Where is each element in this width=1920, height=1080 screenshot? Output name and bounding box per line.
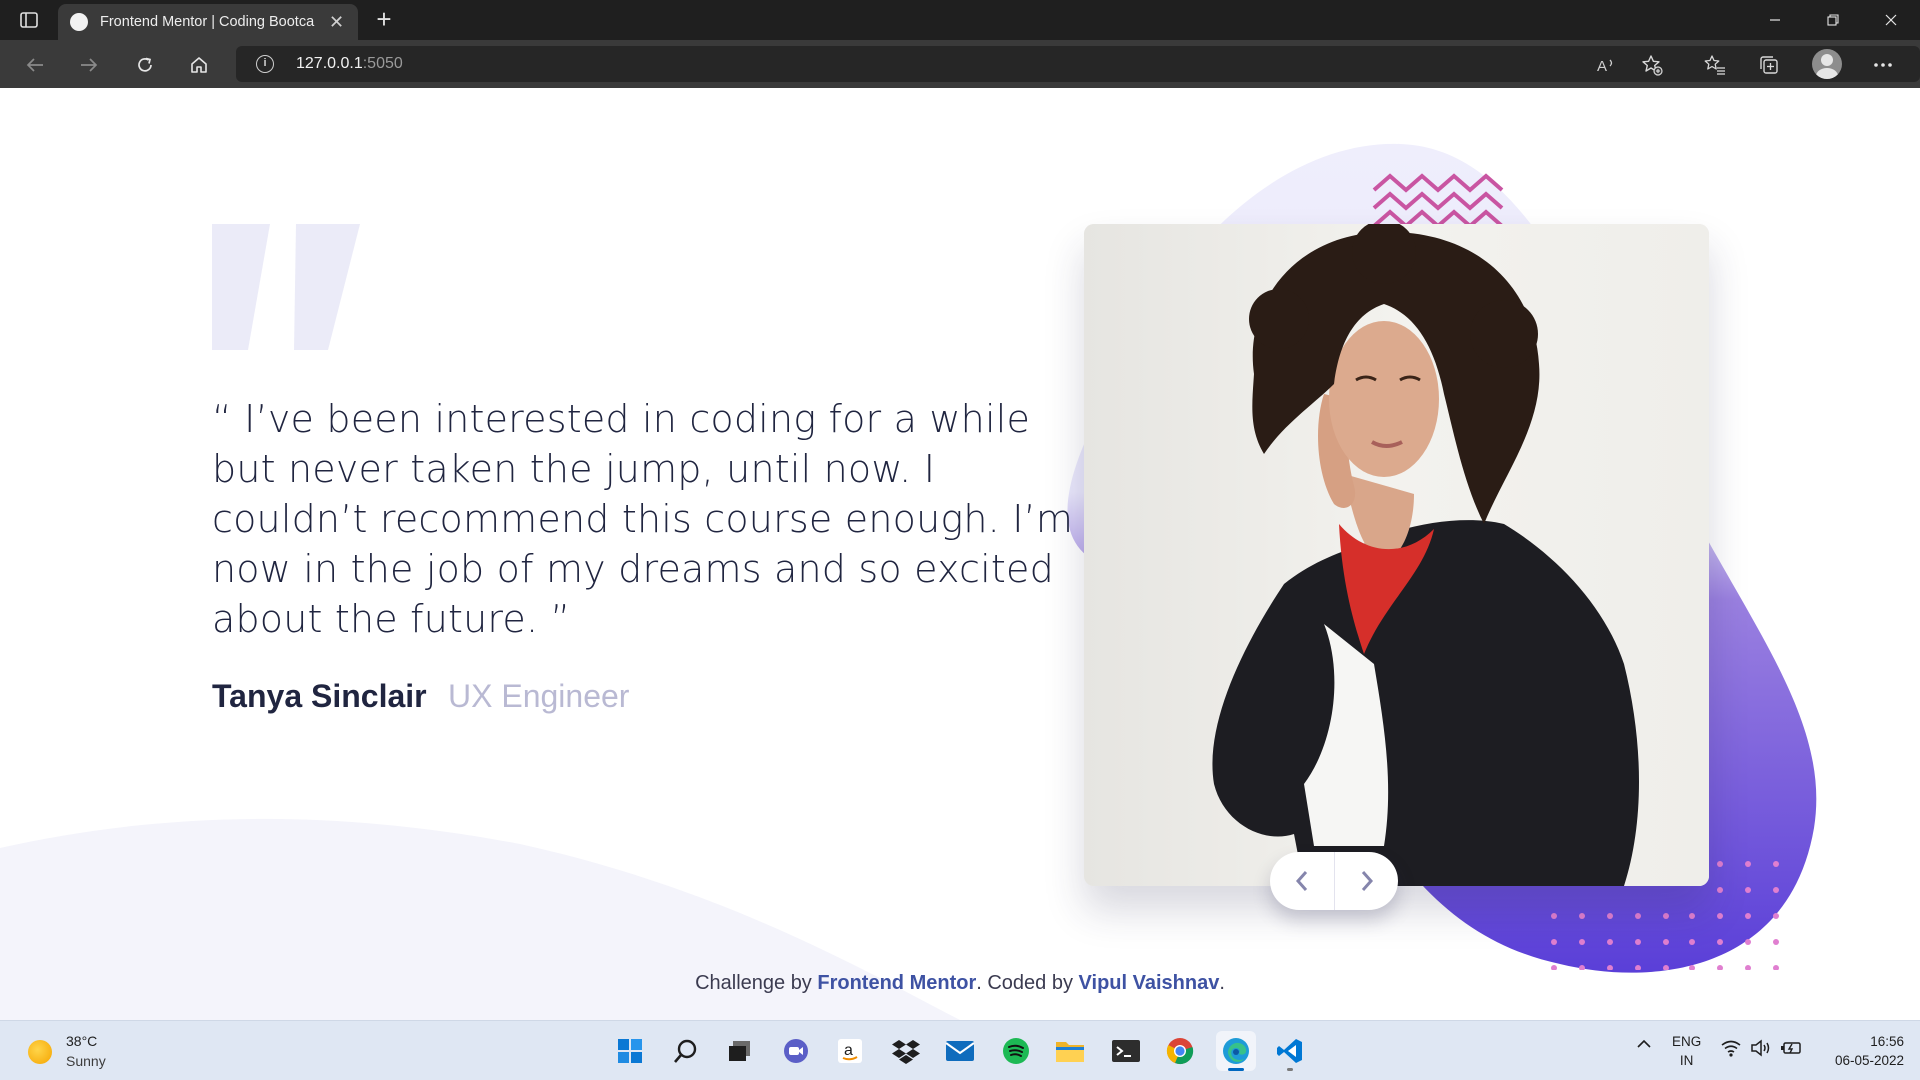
chrome-icon[interactable] xyxy=(1160,1031,1200,1071)
restore-icon[interactable] xyxy=(1804,0,1862,40)
task-view-icon[interactable] xyxy=(720,1031,760,1071)
back-icon[interactable] xyxy=(18,48,52,82)
profile-avatar[interactable] xyxy=(1812,49,1842,79)
testimonial-page: “ I’ve been interested in coding for a w… xyxy=(0,88,1920,1020)
next-button[interactable] xyxy=(1334,852,1398,910)
attribution-suffix: . xyxy=(1219,972,1225,994)
search-icon[interactable] xyxy=(666,1031,706,1071)
edge-icon[interactable] xyxy=(1216,1031,1256,1071)
region-code: IN xyxy=(1679,1053,1694,1068)
weather-condition[interactable]: Sunny xyxy=(66,1053,106,1069)
amazon-icon[interactable]: a xyxy=(830,1031,870,1071)
favorites-icon[interactable] xyxy=(1698,48,1732,82)
start-icon[interactable] xyxy=(610,1031,650,1071)
mail-icon[interactable] xyxy=(940,1031,980,1071)
add-favorite-icon[interactable] xyxy=(1635,48,1669,82)
address-host: 127.0.0.1 xyxy=(296,55,363,72)
system-clock[interactable]: 16:56 06-05-2022 xyxy=(1835,1032,1904,1070)
battery-icon[interactable] xyxy=(1780,1039,1802,1057)
chevron-right-icon xyxy=(1361,871,1373,891)
quote-mark-icon xyxy=(212,224,360,350)
vscode-icon[interactable] xyxy=(1270,1031,1310,1071)
weather-temperature[interactable]: 38°C xyxy=(66,1033,97,1049)
language-code: ENG xyxy=(1672,1034,1702,1049)
volume-icon[interactable] xyxy=(1750,1039,1772,1057)
attribution-prefix: Challenge by xyxy=(695,972,818,994)
zigzag-pattern xyxy=(1372,173,1504,228)
tab-close-icon[interactable]: ✕ xyxy=(329,12,344,33)
teams-chat-icon[interactable] xyxy=(776,1031,816,1071)
testimonial-photo xyxy=(1084,224,1709,886)
chevron-left-icon xyxy=(1295,871,1308,891)
edge-running-indicator xyxy=(1228,1068,1244,1071)
previous-button[interactable] xyxy=(1270,852,1334,910)
collections-icon[interactable] xyxy=(1752,48,1786,82)
address-port: :5050 xyxy=(362,55,403,72)
browser-toolbar: i 127.0.0.1:5050 A xyxy=(0,40,1920,88)
svg-text:A: A xyxy=(1597,58,1607,74)
site-info-icon[interactable]: i xyxy=(256,55,274,73)
tab-favicon-icon xyxy=(70,13,88,31)
vscode-running-indicator xyxy=(1287,1068,1293,1071)
author-name: Tanya Sinclair xyxy=(212,678,427,714)
forward-icon[interactable] xyxy=(72,48,106,82)
frontend-mentor-link[interactable]: Frontend Mentor xyxy=(817,972,976,994)
coder-link[interactable]: Vipul Vaishnav xyxy=(1079,972,1220,994)
browser-tab[interactable]: Frontend Mentor | Coding Bootcamp Testim… xyxy=(58,4,358,40)
weather-sun-icon[interactable] xyxy=(28,1040,52,1064)
input-language[interactable]: ENG IN xyxy=(1672,1032,1701,1070)
author-role: UX Engineer xyxy=(448,678,630,714)
home-icon[interactable] xyxy=(182,48,216,82)
windows-taskbar: 38°C Sunny a ENG IN 16:56 06-05-2022 xyxy=(0,1020,1920,1080)
tray-overflow-chevron-icon[interactable] xyxy=(1636,1039,1652,1049)
tab-actions-icon[interactable] xyxy=(14,7,44,33)
system-tray-icons[interactable] xyxy=(1720,1039,1802,1057)
tab-title: Frontend Mentor | Coding Bootcamp Testim… xyxy=(100,14,315,30)
terminal-icon[interactable] xyxy=(1106,1031,1146,1071)
spotify-icon[interactable] xyxy=(996,1031,1036,1071)
svg-text:a: a xyxy=(844,1042,853,1059)
minimize-icon[interactable] xyxy=(1746,0,1804,40)
dropbox-icon[interactable] xyxy=(886,1031,926,1071)
more-options-icon[interactable] xyxy=(1866,48,1900,82)
testimonial-quote: “ I’ve been interested in coding for a w… xyxy=(212,397,1074,641)
attribution: Challenge by Frontend Mentor. Coded by V… xyxy=(0,972,1920,995)
new-tab-icon[interactable]: + xyxy=(368,4,400,36)
browser-titlebar: Frontend Mentor | Coding Bootcamp Testim… xyxy=(0,0,1920,40)
read-aloud-icon[interactable]: A xyxy=(1590,48,1624,82)
refresh-icon[interactable] xyxy=(128,48,162,82)
slider-navigation xyxy=(1270,852,1398,910)
file-explorer-icon[interactable] xyxy=(1050,1031,1090,1071)
attribution-middle: . Coded by xyxy=(976,972,1079,994)
clock-time: 16:56 xyxy=(1870,1034,1904,1049)
portrait-illustration xyxy=(1084,224,1709,886)
address-url[interactable]: 127.0.0.1:5050 xyxy=(296,55,403,73)
close-window-icon[interactable] xyxy=(1862,0,1920,40)
clock-date: 06-05-2022 xyxy=(1834,1053,1904,1068)
wifi-icon[interactable] xyxy=(1720,1039,1742,1057)
